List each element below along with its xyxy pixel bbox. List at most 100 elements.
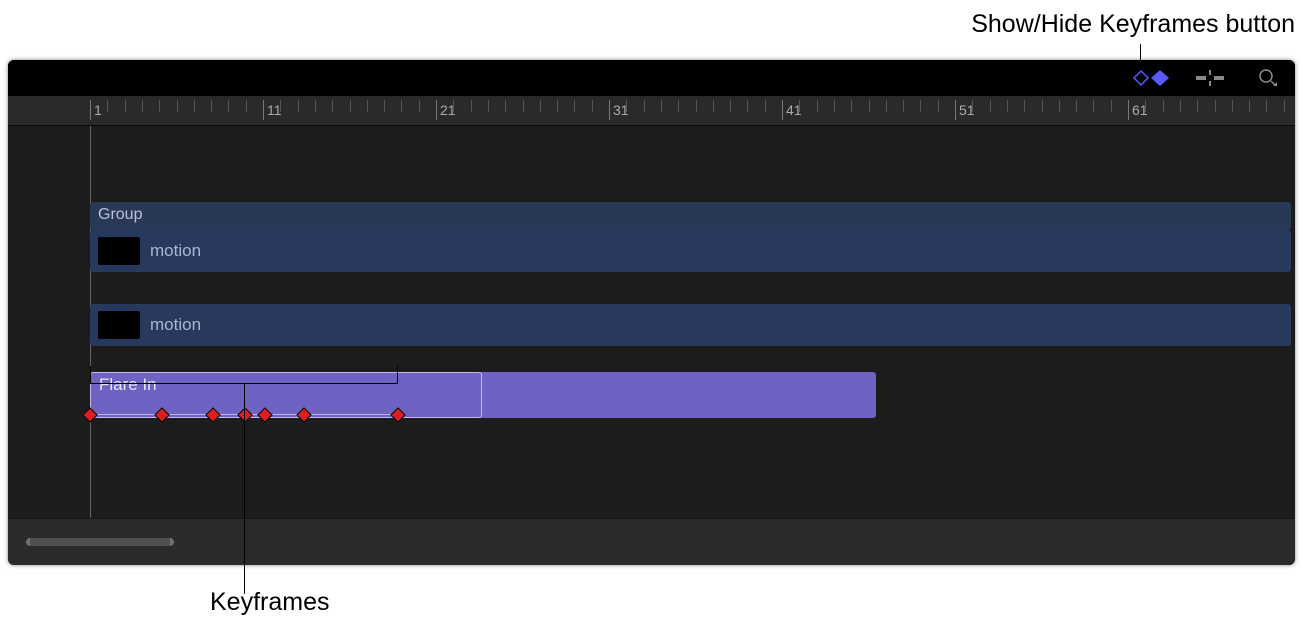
bottom-bar — [8, 519, 1295, 565]
motion-track-1[interactable]: motion — [90, 230, 1291, 272]
keyframe-lane — [8, 406, 1295, 424]
ruler-minor-tick — [142, 100, 143, 112]
ruler-minor-tick — [419, 100, 420, 112]
magnifier-icon — [1259, 69, 1277, 87]
annotation-bottom-leader — [244, 384, 245, 594]
ruler-minor-tick — [990, 100, 991, 112]
show-hide-keyframes-button[interactable] — [1137, 66, 1167, 90]
ruler-minor-tick — [367, 100, 368, 112]
ruler-minor-tick — [1284, 100, 1285, 112]
ruler-minor-tick — [1180, 100, 1181, 112]
timeline-panel: 1112131415161 Group motion motion Flare … — [8, 60, 1295, 565]
ruler-minor-tick — [851, 100, 852, 112]
horizontal-scrollbar[interactable] — [26, 538, 174, 546]
ruler-minor-tick — [471, 100, 472, 112]
ruler-minor-tick — [246, 100, 247, 112]
time-ruler[interactable]: 1112131415161 — [8, 96, 1295, 126]
keyframes-icon — [1133, 70, 1171, 86]
ruler-minor-tick — [799, 100, 800, 112]
keyframe-marker[interactable] — [257, 407, 273, 423]
ruler-minor-tick — [903, 100, 904, 112]
motion-track-2[interactable]: motion — [90, 304, 1291, 346]
ruler-minor-tick — [125, 100, 126, 112]
ruler-minor-tick — [696, 100, 697, 112]
ruler-minor-tick — [574, 100, 575, 112]
ruler-minor-tick — [280, 100, 281, 112]
ruler-minor-tick — [177, 100, 178, 112]
keyframe-marker[interactable] — [390, 407, 406, 423]
toolbar — [8, 60, 1295, 96]
ruler-minor-tick — [332, 100, 333, 112]
ruler-minor-tick — [1232, 100, 1233, 112]
keyframe-marker[interactable] — [82, 407, 98, 423]
ruler-minor-tick — [1145, 100, 1146, 112]
keyframe-segment — [304, 414, 398, 415]
ruler-minor-tick — [592, 100, 593, 112]
ruler-major-tick — [609, 100, 610, 120]
ruler-minor-tick — [1024, 100, 1025, 112]
ruler-minor-tick — [107, 100, 108, 112]
ruler-minor-tick — [834, 100, 835, 112]
ruler-minor-tick — [972, 100, 973, 112]
track-label: motion — [150, 315, 201, 335]
ruler-minor-tick — [920, 100, 921, 112]
ruler-minor-tick — [678, 100, 679, 112]
keyframe-marker[interactable] — [237, 407, 253, 423]
ruler-label: 1 — [94, 102, 102, 118]
snapping-button[interactable] — [1195, 66, 1225, 90]
ruler-major-tick — [1128, 100, 1129, 120]
snapping-icon — [1196, 70, 1224, 86]
ruler-minor-tick — [1059, 100, 1060, 112]
ruler-minor-tick — [557, 100, 558, 112]
ruler-minor-tick — [540, 100, 541, 112]
zoom-button[interactable] — [1253, 66, 1283, 90]
annotation-bracket — [90, 366, 398, 384]
group-label: Group — [98, 206, 142, 223]
ruler-minor-tick — [350, 100, 351, 112]
keyframe-segment — [90, 414, 162, 415]
ruler-minor-tick — [1093, 100, 1094, 112]
ruler-minor-tick — [626, 100, 627, 112]
ruler-minor-tick — [869, 100, 870, 112]
ruler-minor-tick — [401, 100, 402, 112]
ruler-minor-tick — [315, 100, 316, 112]
ruler-minor-tick — [1076, 100, 1077, 112]
ruler-minor-tick — [747, 100, 748, 112]
ruler-minor-tick — [453, 100, 454, 112]
ruler-major-tick — [436, 100, 437, 120]
ruler-minor-tick — [1007, 100, 1008, 112]
ruler-minor-tick — [1215, 100, 1216, 112]
track-label: motion — [150, 241, 201, 261]
ruler-minor-tick — [661, 100, 662, 112]
ruler-minor-tick — [886, 100, 887, 112]
ruler-minor-tick — [523, 100, 524, 112]
clip-thumbnail — [98, 237, 140, 265]
ruler-major-tick — [263, 100, 264, 120]
ruler-minor-tick — [505, 100, 506, 112]
ruler-minor-tick — [644, 100, 645, 112]
ruler-major-tick — [955, 100, 956, 120]
ruler-minor-tick — [765, 100, 766, 112]
keyframe-marker[interactable] — [154, 407, 170, 423]
ruler-minor-tick — [938, 100, 939, 112]
ruler-minor-tick — [1042, 100, 1043, 112]
ruler-minor-tick — [194, 100, 195, 112]
ruler-minor-tick — [713, 100, 714, 112]
timeline-body: Group motion motion Flare In — [8, 126, 1295, 518]
ruler-minor-tick — [1163, 100, 1164, 112]
group-header-track[interactable]: Group — [90, 202, 1291, 230]
ruler-minor-tick — [298, 100, 299, 112]
ruler-major-tick — [90, 100, 91, 120]
ruler-minor-tick — [1266, 100, 1267, 112]
keyframe-marker[interactable] — [296, 407, 312, 423]
ruler-minor-tick — [730, 100, 731, 112]
annotation-top: Show/Hide Keyframes button — [971, 10, 1295, 39]
ruler-minor-tick — [159, 100, 160, 112]
ruler-minor-tick — [228, 100, 229, 112]
ruler-minor-tick — [384, 100, 385, 112]
keyframe-marker[interactable] — [205, 407, 221, 423]
annotation-top-leader — [1140, 44, 1141, 60]
ruler-minor-tick — [1249, 100, 1250, 112]
annotation-bottom: Keyframes — [210, 588, 329, 617]
clip-thumbnail — [98, 311, 140, 339]
